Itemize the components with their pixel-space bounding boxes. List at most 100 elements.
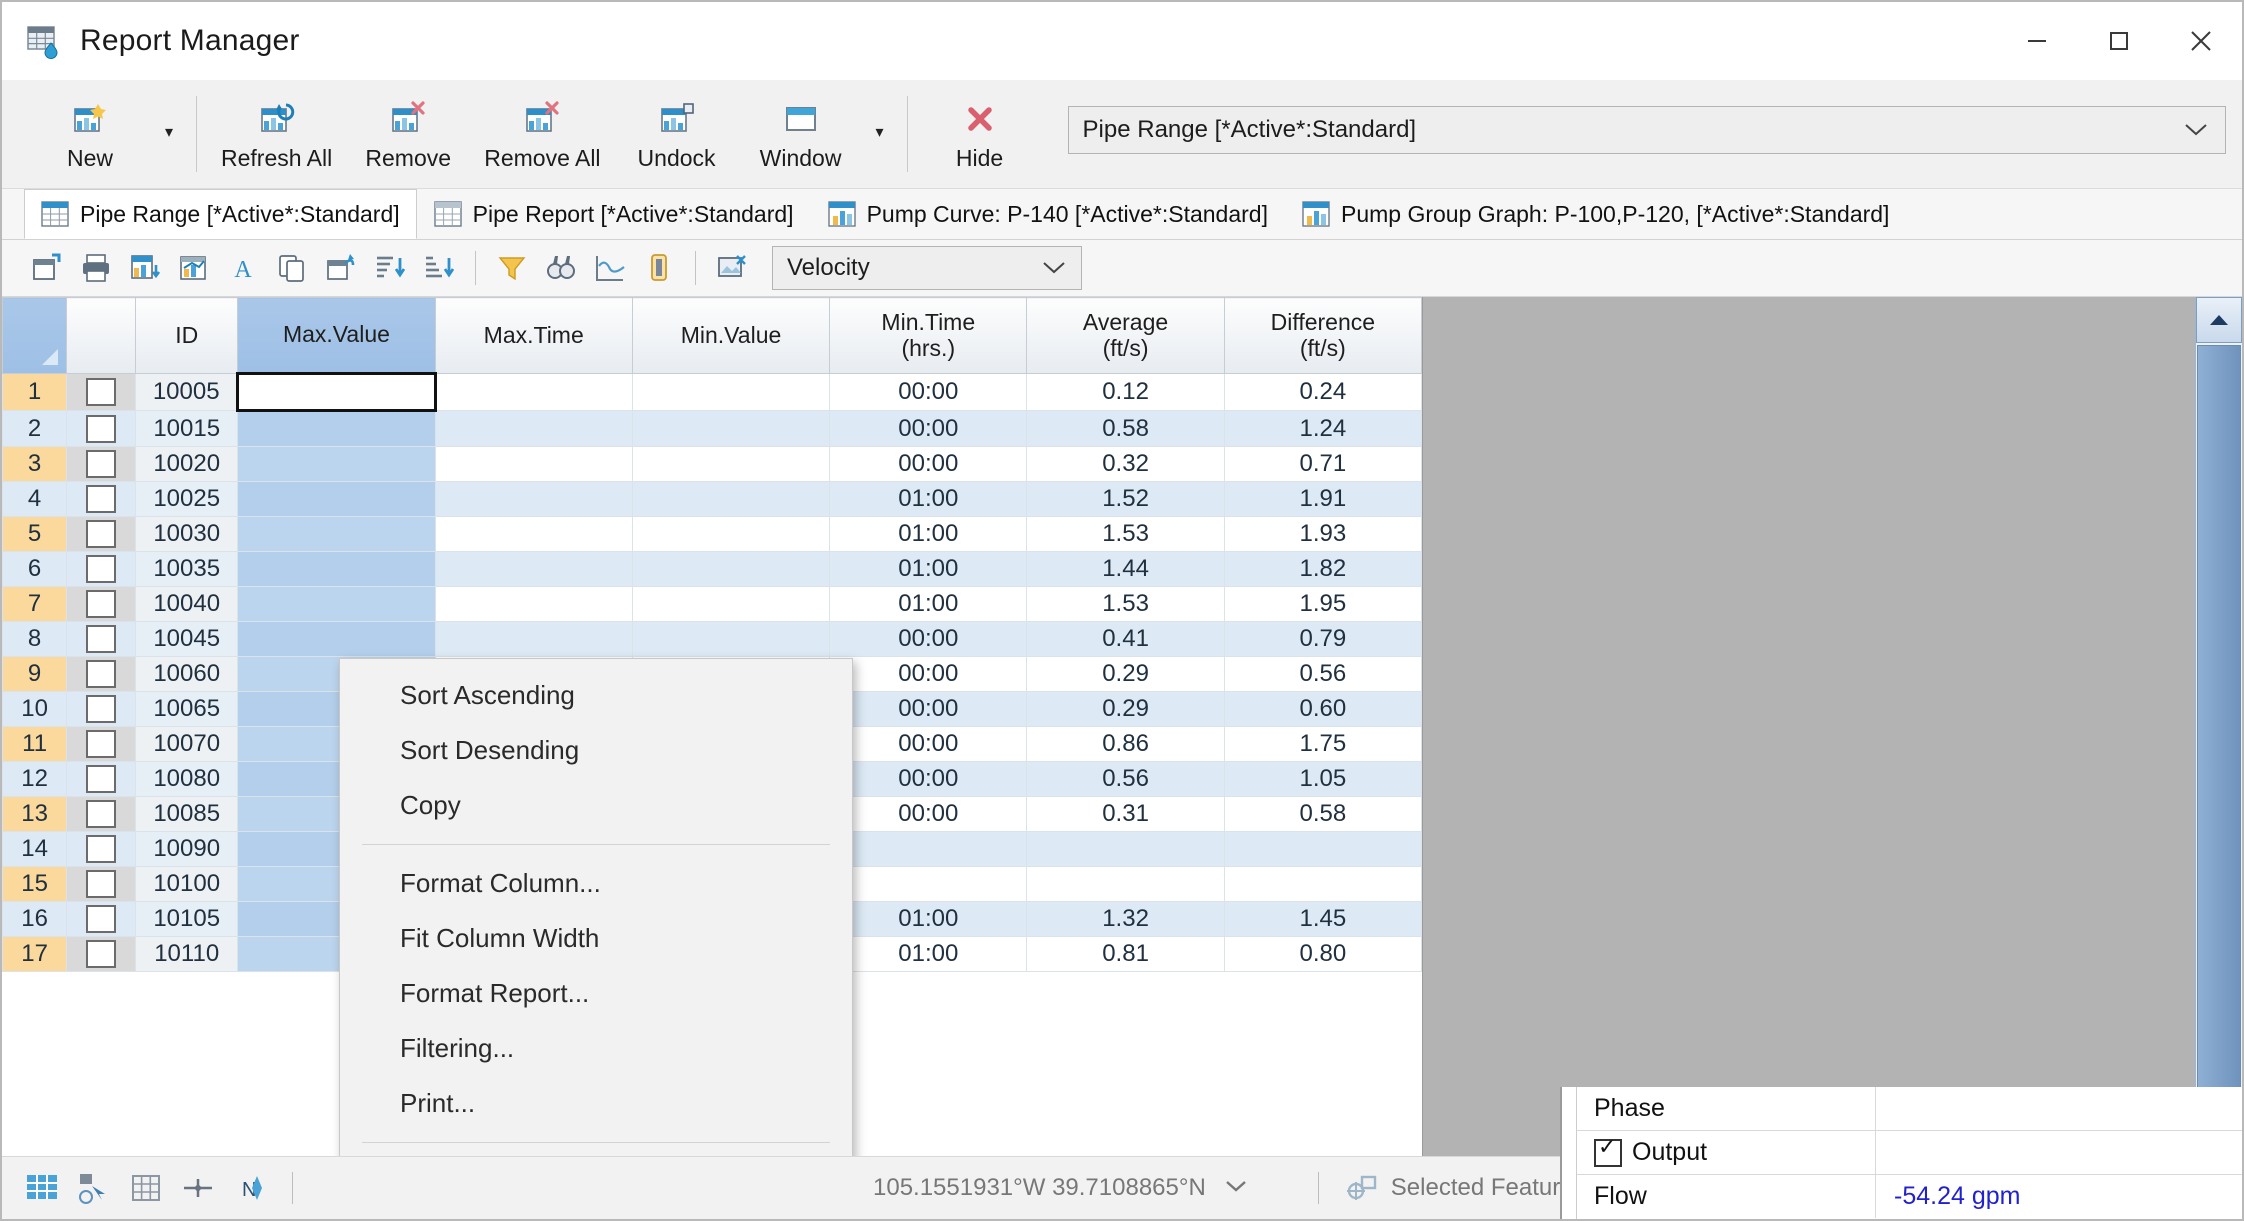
table-row[interactable]: 4 10025 01:00 1.52 1.91: [2, 481, 1422, 517]
cell-maxtime[interactable]: [434, 410, 633, 447]
cell-maxtime[interactable]: [434, 481, 633, 517]
cell-mintime[interactable]: 00:00: [829, 796, 1028, 832]
row-checkbox[interactable]: [86, 660, 117, 689]
cell-difference[interactable]: 1.82: [1223, 551, 1422, 587]
cell-id[interactable]: 10080: [135, 761, 239, 797]
table-row[interactable]: 8 10045 00:00 0.41 0.79: [2, 621, 1422, 657]
cell-difference[interactable]: 1.45: [1223, 901, 1422, 937]
scale-icon[interactable]: [176, 1166, 220, 1210]
row-checkbox-cell[interactable]: [66, 446, 137, 482]
row-checkbox[interactable]: [86, 485, 117, 514]
column-context-menu[interactable]: Sort Ascending Sort Desending Copy Format C…: [339, 658, 853, 1156]
scrollbar-thumb[interactable]: [2197, 345, 2241, 1108]
row-checkbox-cell[interactable]: [66, 410, 137, 447]
tab-pipe-report[interactable]: Pipe Report [*Active*:Standard]: [417, 189, 811, 239]
row-number[interactable]: 13: [2, 796, 68, 832]
row-checkbox[interactable]: [86, 940, 117, 969]
cell-maxtime[interactable]: [434, 551, 633, 587]
cell-mintime[interactable]: 00:00: [829, 761, 1028, 797]
cell-minvalue[interactable]: [631, 516, 831, 552]
row-checkbox-cell[interactable]: [66, 621, 137, 657]
cell-maxvalue[interactable]: [237, 410, 436, 447]
export-table-icon[interactable]: [122, 245, 168, 291]
cell-maxvalue[interactable]: [237, 621, 436, 657]
north-arrow-icon[interactable]: N: [228, 1166, 272, 1210]
cell-maxvalue[interactable]: [237, 586, 436, 622]
cell-difference[interactable]: 1.91: [1223, 481, 1422, 517]
cell-mintime[interactable]: 01:00: [829, 936, 1028, 972]
row-checkbox[interactable]: [86, 520, 117, 549]
cell-average[interactable]: 0.32: [1026, 446, 1225, 482]
cell-id[interactable]: 10025: [135, 481, 239, 517]
find-icon[interactable]: [538, 245, 584, 291]
table-row[interactable]: 3 10020 00:00 0.32 0.71: [2, 446, 1422, 482]
cell-difference[interactable]: 1.05: [1223, 761, 1422, 797]
cell-maxvalue[interactable]: [237, 551, 436, 587]
row-checkbox[interactable]: [86, 905, 117, 934]
row-number[interactable]: 9: [2, 656, 68, 692]
cell-maxtime[interactable]: [434, 621, 633, 657]
refresh-all-button[interactable]: Refresh All: [207, 80, 346, 188]
undock-button[interactable]: Undock: [615, 80, 739, 188]
row-checkbox-cell[interactable]: [66, 551, 137, 587]
cell-mintime[interactable]: [829, 866, 1028, 902]
cell-maxtime[interactable]: [434, 586, 633, 622]
context-menu-item[interactable]: Sort Desending: [340, 723, 852, 778]
row-checkbox-cell[interactable]: [66, 726, 137, 762]
cell-mintime[interactable]: 00:00: [829, 373, 1028, 411]
context-menu-item[interactable]: Sort Ascending: [340, 668, 852, 723]
cell-average[interactable]: 1.44: [1026, 551, 1225, 587]
field-selector-combobox[interactable]: Velocity: [772, 246, 1082, 290]
context-menu-item[interactable]: Copy: [340, 778, 852, 833]
cell-average[interactable]: 1.32: [1026, 901, 1225, 937]
cell-mintime[interactable]: 01:00: [829, 551, 1028, 587]
table-row[interactable]: 6 10035 01:00 1.44 1.82: [2, 551, 1422, 587]
cell-mintime[interactable]: 00:00: [829, 446, 1028, 482]
remove-all-button[interactable]: Remove All: [470, 80, 614, 188]
column-header-check[interactable]: [66, 297, 137, 374]
window-button[interactable]: Window: [739, 80, 863, 188]
row-checkbox-cell[interactable]: [66, 481, 137, 517]
cell-difference[interactable]: 0.58: [1223, 796, 1422, 832]
context-menu-item[interactable]: Format Report...: [340, 966, 852, 1021]
row-number[interactable]: 5: [2, 516, 68, 552]
cell-id[interactable]: 10030: [135, 516, 239, 552]
cell-id[interactable]: 10100: [135, 866, 239, 902]
cell-average[interactable]: 0.56: [1026, 761, 1225, 797]
sort-asc-icon[interactable]: [367, 245, 413, 291]
tab-pump-curve[interactable]: Pump Curve: P-140 [*Active*:Standard]: [811, 189, 1285, 239]
tab-pipe-range[interactable]: Pipe Range [*Active*:Standard]: [24, 189, 417, 239]
table-row[interactable]: 1 10005 00:00 0.12 0.24: [2, 372, 1422, 412]
new-button[interactable]: New: [28, 80, 152, 188]
tab-pump-group-graph[interactable]: Pump Group Graph: P-100,P-120, [*Active*…: [1285, 189, 1906, 239]
row-checkbox[interactable]: [86, 625, 117, 654]
row-checkbox-cell[interactable]: [66, 691, 137, 727]
select-all-corner[interactable]: [2, 297, 68, 374]
cell-id[interactable]: 10040: [135, 586, 239, 622]
context-menu-item[interactable]: Format Column...: [340, 856, 852, 911]
column-header-average[interactable]: Average (ft/s): [1026, 297, 1225, 374]
row-checkbox-cell[interactable]: [66, 656, 137, 692]
minimize-button[interactable]: [1996, 2, 2078, 80]
row-checkbox-cell[interactable]: [66, 586, 137, 622]
cell-difference[interactable]: 1.93: [1223, 516, 1422, 552]
cell-minvalue[interactable]: [631, 373, 831, 411]
property-row-output[interactable]: Output: [1576, 1131, 2242, 1175]
row-number[interactable]: 1: [2, 373, 68, 411]
cell-id[interactable]: 10085: [135, 796, 239, 832]
context-menu-item[interactable]: Fit Column Width: [340, 911, 852, 966]
cell-minvalue[interactable]: [631, 621, 831, 657]
cell-mintime[interactable]: 01:00: [829, 481, 1028, 517]
open-external-icon[interactable]: [318, 245, 364, 291]
row-number[interactable]: 10: [2, 691, 68, 727]
column-header-difference[interactable]: Difference (ft/s): [1223, 297, 1422, 374]
cell-id[interactable]: 10090: [135, 831, 239, 867]
cell-minvalue[interactable]: [631, 481, 831, 517]
cell-average[interactable]: 0.29: [1026, 691, 1225, 727]
row-checkbox-cell[interactable]: [66, 831, 137, 867]
row-number[interactable]: 4: [2, 481, 68, 517]
row-checkbox[interactable]: [86, 800, 117, 829]
cell-id[interactable]: 10070: [135, 726, 239, 762]
cell-id[interactable]: 10060: [135, 656, 239, 692]
row-checkbox[interactable]: [86, 555, 117, 584]
